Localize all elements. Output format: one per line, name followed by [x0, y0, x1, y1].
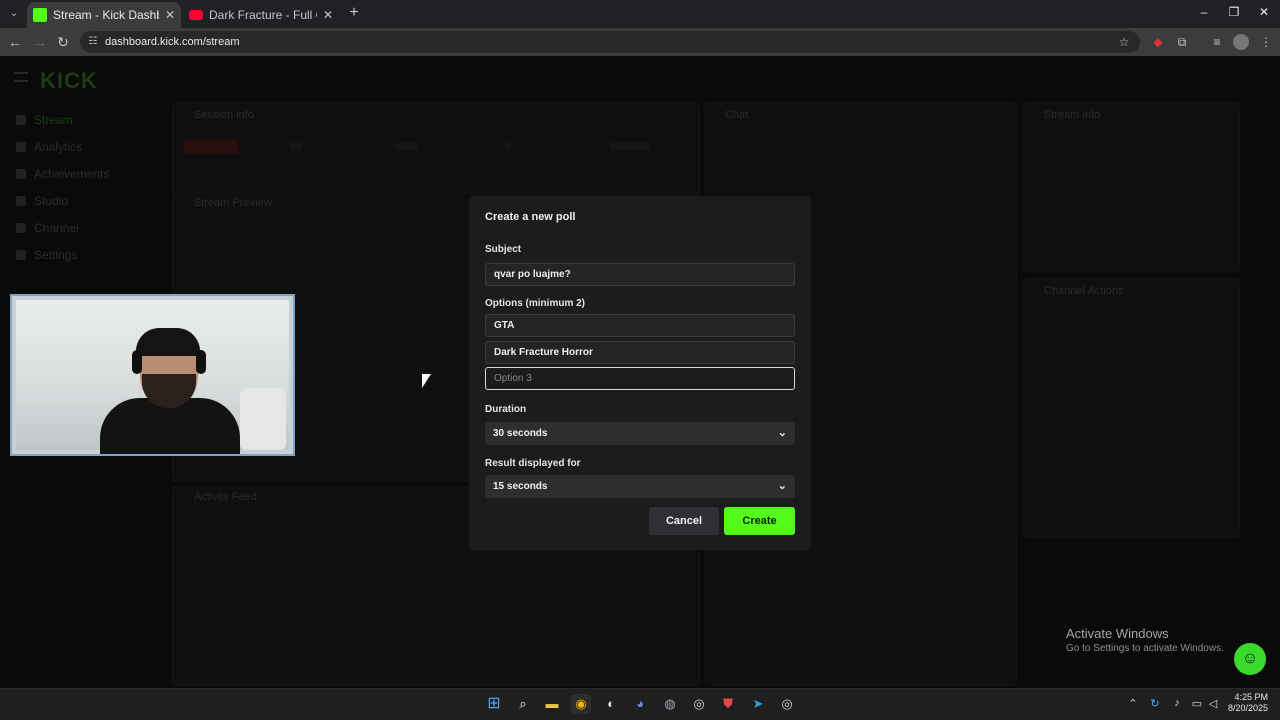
session-info-title: Session info [194, 109, 254, 121]
channel-icon [16, 223, 26, 233]
tray-sync-icon[interactable]: ↻ [1148, 697, 1162, 710]
activate-windows-subtitle: Go to Settings to activate Windows. [1066, 643, 1224, 654]
chat-title: Chat [725, 109, 749, 121]
kick-favicon-icon [33, 8, 47, 22]
option-2-input[interactable]: Dark Fracture Horror [485, 341, 795, 364]
settings-icon [16, 250, 26, 260]
app-shield-icon[interactable]: ⛊ [718, 694, 738, 714]
chair-shape [240, 388, 286, 450]
option-1-input[interactable]: GTA [485, 314, 795, 337]
stat-value [396, 142, 418, 150]
telegram-icon[interactable]: ➤ [748, 694, 768, 714]
option-3-input[interactable] [485, 367, 795, 390]
modal-title: Create a new poll [485, 211, 576, 223]
discord-icon[interactable]: ◕ [630, 694, 650, 714]
tab-kick-dashboard[interactable]: Stream - Kick Dashboard ✕ [27, 2, 181, 28]
url-text[interactable]: dashboard.kick.com/stream [105, 35, 240, 49]
site-info-icon[interactable]: ☷ [86, 35, 100, 49]
result-label: Result displayed for [485, 458, 581, 469]
result-value: 15 seconds [493, 481, 548, 492]
sidebar-item-channel[interactable]: Channel [16, 221, 79, 235]
channel-actions-title: Channel Actions [1044, 285, 1124, 297]
duration-select[interactable]: 30 seconds ⌄ [485, 422, 795, 445]
tray-microphone-icon[interactable]: ♪ [1170, 697, 1184, 709]
activate-windows-watermark: Activate Windows Go to Settings to activ… [1066, 626, 1224, 654]
sidebar-item-achievements[interactable]: Achievements [16, 167, 109, 181]
tray-chevron-up-icon[interactable]: ⌃ [1126, 697, 1140, 710]
hamburger-menu-icon[interactable] [14, 72, 28, 82]
stat-value [290, 142, 302, 150]
obs-icon[interactable]: ◐ [601, 694, 621, 714]
sidebar-item-analytics[interactable]: Analytics [16, 140, 82, 154]
tray-display-icon[interactable]: ▭ [1190, 697, 1204, 710]
stream-icon [16, 115, 26, 125]
steam-icon[interactable]: ◎ [689, 694, 709, 714]
app-globe-icon[interactable]: ◍ [660, 694, 680, 714]
duration-value: 30 seconds [493, 428, 548, 439]
sidebar-item-stream[interactable]: Stream [16, 113, 73, 127]
tab-title: Stream - Kick Dashboard [53, 8, 159, 22]
tab-youtube[interactable]: Dark Fracture - Full Gameplay W ✕ [183, 2, 339, 28]
support-chat-icon[interactable]: ☺ [1234, 643, 1266, 675]
clock-date: 8/20/2025 [1227, 703, 1268, 713]
chevron-down-icon: ⌄ [777, 427, 787, 439]
achievements-icon [16, 169, 26, 179]
create-button[interactable]: Create [724, 507, 795, 535]
stat-value [610, 142, 650, 150]
search-icon[interactable]: ⌕ [513, 694, 533, 714]
sidebar-item-settings[interactable]: Settings [16, 248, 77, 262]
chevron-down-icon: ⌄ [777, 480, 787, 492]
back-arrow-icon[interactable]: ← [7, 34, 23, 50]
extension-red-icon[interactable]: ◆ [1150, 34, 1166, 50]
close-icon[interactable]: ✕ [323, 2, 333, 28]
youtube-favicon-icon [189, 10, 203, 20]
channel-actions-panel [1022, 278, 1240, 538]
window-close-icon[interactable]: ✕ [1254, 5, 1274, 19]
create-poll-modal: Create a new poll Subject qvar po luajme… [469, 196, 811, 550]
steam-2-icon[interactable]: ◎ [777, 694, 797, 714]
webcam-video [10, 294, 295, 456]
stream-preview-title: Stream Preview [194, 197, 272, 209]
chrome-icon[interactable]: ◉ [571, 694, 591, 714]
bookmark-star-icon[interactable]: ☆ [1116, 34, 1132, 50]
result-duration-select[interactable]: 15 seconds ⌄ [485, 475, 795, 498]
stream-info-title: Stream info [1044, 109, 1101, 121]
subject-input[interactable]: qvar po luajme? [485, 263, 795, 286]
minimize-icon[interactable]: – [1194, 5, 1214, 19]
sidebar-item-studio[interactable]: Studio [16, 194, 68, 208]
tab-title: Dark Fracture - Full Gameplay W [209, 8, 317, 22]
reading-list-icon[interactable]: ≡ [1209, 34, 1225, 50]
extensions-puzzle-icon[interactable]: ⧉ [1174, 34, 1190, 50]
headset-right [196, 350, 206, 374]
file-explorer-icon[interactable]: ▬ [542, 694, 562, 714]
profile-avatar-icon[interactable] [1233, 34, 1249, 50]
cancel-button[interactable]: Cancel [649, 507, 719, 535]
mouse-cursor-icon [422, 374, 431, 388]
close-icon[interactable]: ✕ [165, 2, 175, 28]
analytics-icon [16, 142, 26, 152]
more-menu-icon[interactable]: ⋮ [1258, 34, 1274, 50]
live-status-badge [184, 140, 238, 154]
options-label: Options (minimum 2) [485, 298, 585, 309]
stat-value [505, 142, 511, 150]
kick-logo: KICK [40, 68, 98, 93]
windows-start-icon[interactable]: ⊞ [484, 694, 504, 714]
stream-info-panel [1022, 102, 1240, 272]
subject-label: Subject [485, 244, 522, 255]
activity-feed-title: Activity Feed [194, 491, 257, 503]
tab-search-chevron-icon[interactable]: ⌄ [6, 6, 22, 22]
person-cap [136, 328, 200, 356]
new-tab-plus-icon[interactable]: + [346, 5, 362, 21]
forward-arrow-icon[interactable]: → [32, 34, 48, 50]
duration-label: Duration [485, 404, 527, 415]
clock-time: 4:25 PM [1234, 692, 1268, 702]
studio-icon [16, 196, 26, 206]
restore-icon[interactable]: ❐ [1224, 5, 1244, 19]
reload-icon[interactable]: ↻ [55, 34, 71, 50]
taskbar-clock[interactable]: 4:25 PM 8/20/2025 [1220, 692, 1268, 714]
activate-windows-title: Activate Windows [1066, 626, 1169, 641]
headset-left [132, 350, 142, 374]
tray-volume-icon[interactable]: ◁ [1206, 697, 1220, 710]
